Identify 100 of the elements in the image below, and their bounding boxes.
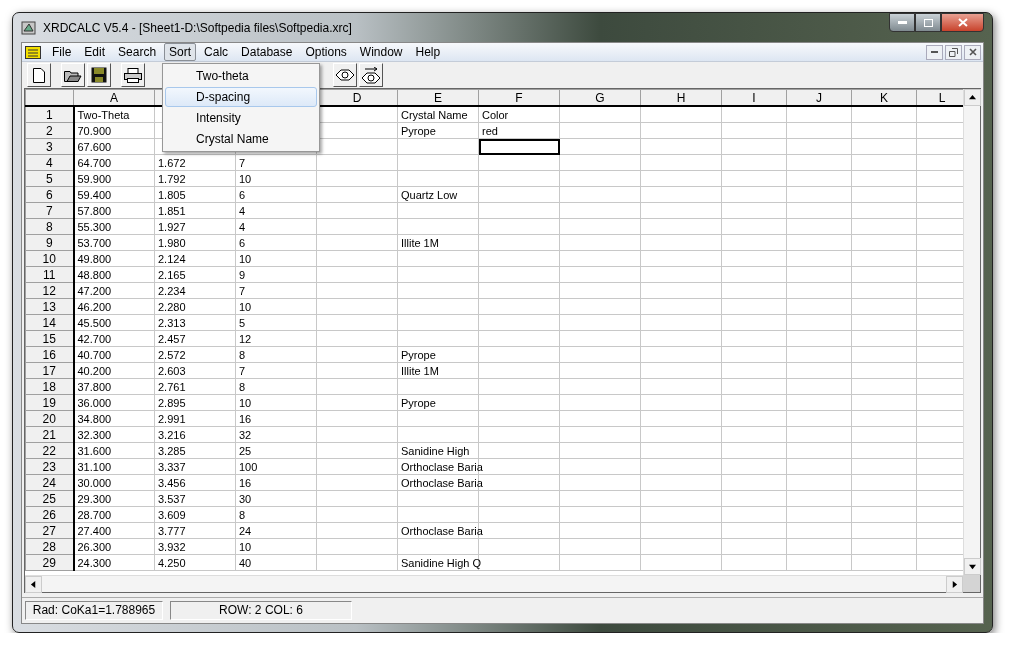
toolbar-button[interactable]	[359, 63, 383, 88]
table-cell: 6	[235, 234, 317, 251]
table-cell: 3.609	[154, 506, 236, 523]
table-cell: 2.313	[154, 314, 236, 331]
scrollbar-corner	[963, 575, 980, 593]
menu-item[interactable]: File	[47, 43, 77, 61]
table-cell: Illite 1M	[397, 362, 479, 379]
table-cell: Two-Theta	[73, 106, 155, 123]
table-cell: 26.300	[73, 538, 155, 555]
table-cell: 1.672	[154, 154, 236, 171]
table-cell: 3.537	[154, 490, 236, 507]
close-icon	[968, 48, 977, 56]
column-header: L	[916, 89, 963, 107]
toolbar-button[interactable]	[333, 63, 357, 88]
column-header: K	[851, 89, 917, 107]
restore-button[interactable]	[945, 44, 962, 60]
close-button[interactable]	[941, 13, 984, 32]
eye-arrow-icon	[361, 66, 381, 84]
table-cell: 59.900	[73, 170, 155, 187]
table-cell: 59.400	[73, 186, 155, 203]
table-cell: 9	[235, 266, 317, 283]
scroll-up-button[interactable]	[964, 89, 981, 107]
left-arrow-icon	[30, 581, 37, 589]
table-cell: 3.777	[154, 522, 236, 539]
table-cell: 40.700	[73, 346, 155, 363]
open-folder-icon	[64, 68, 82, 83]
right-arrow-icon	[951, 581, 958, 589]
menu-option[interactable]: Crystal Name	[165, 129, 318, 149]
table-cell: 55.300	[73, 218, 155, 235]
horizontal-scrollbar[interactable]	[25, 575, 963, 593]
maximize-button[interactable]	[915, 13, 941, 32]
table-cell: 7	[235, 282, 317, 299]
table-cell: 8	[235, 378, 317, 395]
minimize-button[interactable]	[926, 44, 943, 60]
status-panel: Rad: CoKa1=1.788965	[25, 601, 163, 621]
menu-item[interactable]: Database	[236, 43, 298, 61]
table-cell: 8	[235, 346, 317, 363]
table-cell: 42.700	[73, 330, 155, 347]
vertical-scrollbar[interactable]	[963, 89, 980, 576]
column-header: E	[397, 89, 479, 107]
close-button[interactable]	[964, 44, 981, 60]
table-cell: 2.165	[154, 266, 236, 283]
menu-item[interactable]: Options	[300, 43, 352, 61]
scroll-right-button[interactable]	[946, 576, 963, 594]
column-header: A	[73, 89, 155, 107]
column-header: H	[640, 89, 722, 107]
column-header: J	[786, 89, 852, 107]
table-cell: 47.200	[73, 282, 155, 299]
printer-icon	[124, 67, 142, 83]
menu-option[interactable]: D-spacing	[165, 87, 318, 107]
table-cell: 10	[235, 250, 317, 267]
status-panel: ROW: 2 COL: 6	[170, 601, 352, 621]
table-cell: 2.234	[154, 282, 236, 299]
table-cell: Pyrope	[397, 122, 479, 139]
minimize-icon	[931, 51, 938, 53]
table-cell: 40.200	[73, 362, 155, 379]
table-cell: 1.851	[154, 202, 236, 219]
print-button[interactable]	[121, 63, 145, 88]
table-cell: 37.800	[73, 378, 155, 395]
menu-item[interactable]: Search	[113, 43, 162, 61]
minimize-button[interactable]	[889, 13, 915, 32]
table-cell: Pyrope	[397, 394, 479, 411]
new-button[interactable]	[27, 63, 51, 88]
document-icon	[25, 45, 41, 59]
open-button[interactable]	[61, 63, 85, 88]
save-button[interactable]	[87, 63, 111, 88]
scroll-down-button[interactable]	[964, 558, 981, 576]
table-cell: 36.000	[73, 394, 155, 411]
table-cell: Illite 1M	[397, 234, 479, 251]
table-cell: Sanidine High Q	[397, 554, 479, 571]
maximize-icon	[923, 18, 933, 27]
table-cell: 7	[235, 362, 317, 379]
table-cell: 46.200	[73, 298, 155, 315]
menu-option[interactable]: Intensity	[165, 108, 318, 128]
table-cell: 5	[235, 314, 317, 331]
menu-item[interactable]: Help	[410, 43, 446, 61]
table-cell: 29.300	[73, 490, 155, 507]
table-cell: 45.500	[73, 314, 155, 331]
selected-cell[interactable]	[478, 138, 560, 155]
table-cell: 32.300	[73, 426, 155, 443]
menu-item[interactable]: Edit	[79, 43, 111, 61]
menu-item[interactable]: Calc	[199, 43, 234, 61]
table-cell: Quartz Low	[397, 186, 479, 203]
close-icon	[957, 18, 968, 27]
scroll-left-button[interactable]	[25, 576, 42, 594]
table-cell: 34.800	[73, 410, 155, 427]
table-cell: Pyrope	[397, 346, 479, 363]
table-cell: 40	[235, 554, 317, 571]
menu-item[interactable]: Sort	[164, 43, 197, 61]
table-cell: 1.792	[154, 170, 236, 187]
table-cell: 10	[235, 394, 317, 411]
table-cell: 64.700	[73, 154, 155, 171]
menu-option[interactable]: Two-theta	[165, 66, 318, 86]
table-cell: 16	[235, 474, 317, 491]
table-cell: 32	[235, 426, 317, 443]
table-cell: 3.456	[154, 474, 236, 491]
menu-item[interactable]: Window	[354, 43, 408, 61]
table-cell: 31.100	[73, 458, 155, 475]
table-cell: 3.337	[154, 458, 236, 475]
table-cell: 2.572	[154, 346, 236, 363]
